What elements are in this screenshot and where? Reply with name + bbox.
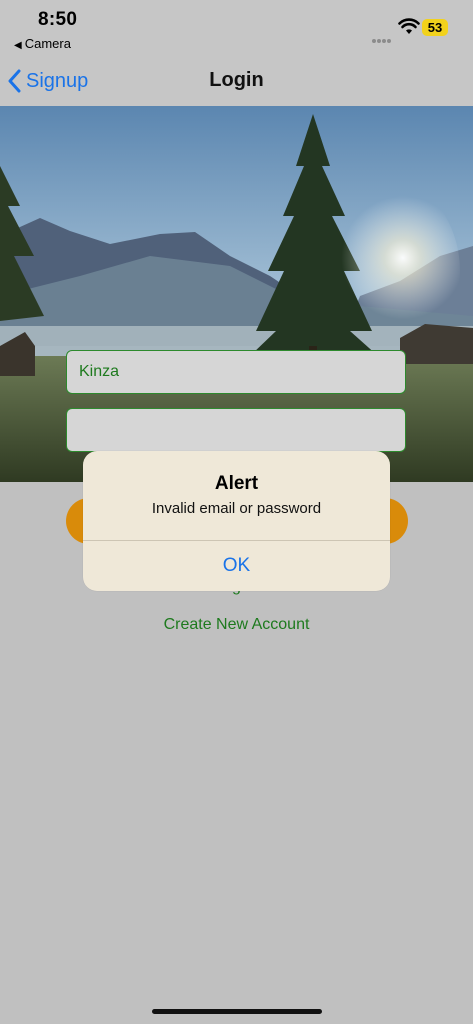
alert-title: Alert: [214, 473, 259, 494]
back-triangle-icon: ◀: [14, 40, 22, 51]
status-time: 8:50: [38, 9, 78, 30]
back-to-app-label: Camera: [24, 36, 71, 51]
alert-ok-button[interactable]: OK: [83, 541, 390, 591]
home-indicator[interactable]: [152, 1009, 322, 1014]
page-title: Login: [209, 69, 264, 91]
back-to-app-link[interactable]: ◀ Camera: [14, 36, 71, 51]
alert-dialog: Alert Invalid email or password OK: [83, 451, 390, 591]
password-input[interactable]: [67, 409, 405, 451]
username-input[interactable]: [67, 351, 405, 393]
status-bar: 8:50 ◀ Camera 53: [0, 0, 473, 60]
wifi-icon: [398, 18, 420, 34]
create-account-link[interactable]: Create New Account: [0, 616, 473, 634]
battery-indicator: 53: [422, 19, 448, 36]
navigation-bar: Signup Login: [0, 60, 473, 107]
cellular-signal-icon: [372, 30, 392, 48]
password-field[interactable]: [66, 408, 406, 452]
username-field[interactable]: [66, 350, 406, 394]
alert-message: Invalid email or password: [151, 500, 322, 517]
